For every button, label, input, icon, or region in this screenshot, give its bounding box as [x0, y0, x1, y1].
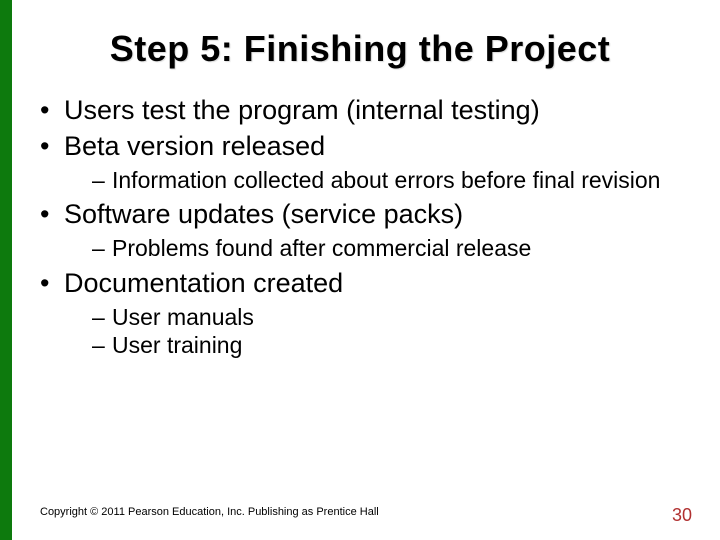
list-item: Users test the program (internal testing… — [40, 94, 680, 128]
sub-bullet-list: Problems found after commercial release — [64, 234, 680, 263]
slide-side-accent — [0, 0, 12, 540]
slide-content: Step 5: Finishing the Project Users test… — [0, 0, 720, 360]
list-item: Information collected about errors befor… — [92, 166, 680, 195]
copyright-footer: Copyright © 2011 Pearson Education, Inc.… — [40, 506, 379, 518]
bullet-text: User training — [112, 332, 242, 358]
list-item: User manuals — [92, 303, 680, 332]
slide-title: Step 5: Finishing the Project — [40, 28, 680, 70]
sub-bullet-list: Information collected about errors befor… — [64, 166, 680, 195]
sub-bullet-list: User manuals User training — [64, 303, 680, 361]
list-item: Software updates (service packs) Problem… — [40, 198, 680, 263]
list-item: User training — [92, 331, 680, 360]
list-item: Problems found after commercial release — [92, 234, 680, 263]
bullet-text: Software updates (service packs) — [64, 199, 463, 229]
bullet-text: Problems found after commercial release — [112, 235, 531, 261]
bullet-list: Users test the program (internal testing… — [40, 94, 680, 360]
list-item: Documentation created User manuals User … — [40, 267, 680, 360]
page-number: 30 — [672, 505, 692, 526]
bullet-text: Information collected about errors befor… — [112, 167, 660, 193]
list-item: Beta version released Information collec… — [40, 130, 680, 195]
bullet-text: Users test the program (internal testing… — [64, 95, 540, 125]
bullet-text: User manuals — [112, 304, 254, 330]
bullet-text: Beta version released — [64, 131, 325, 161]
bullet-text: Documentation created — [64, 268, 343, 298]
